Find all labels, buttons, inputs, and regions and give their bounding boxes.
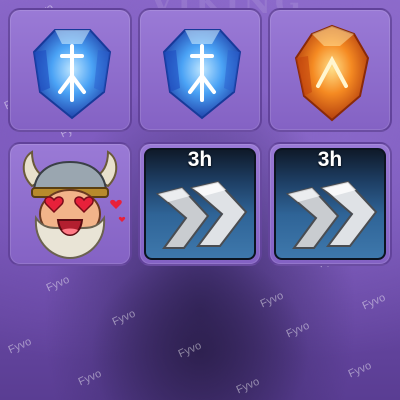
- inventory-slot-speedup-1[interactable]: 3h: [138, 142, 262, 266]
- watermark: Fyvo: [6, 335, 34, 357]
- inventory-slot-orange-gem[interactable]: [268, 8, 392, 132]
- watermark: Fyvo: [360, 291, 388, 313]
- inventory-slot-blue-gem-2[interactable]: [138, 8, 262, 132]
- orange-rune-gem-icon: [294, 24, 370, 122]
- inventory-slot-speedup-2[interactable]: 3h: [268, 142, 392, 266]
- blue-rune-gem-icon: [32, 29, 112, 120]
- blue-rune-gem-icon: [162, 29, 242, 120]
- speedup-timer-label: 3h: [187, 148, 213, 171]
- background-character-silhouette: [90, 250, 310, 400]
- viking-emote-icon: [22, 150, 126, 260]
- speedup-timer-label: 3h: [317, 148, 343, 171]
- inventory-slot-blue-gem-1[interactable]: [8, 8, 132, 132]
- watermark: Fyvo: [346, 359, 374, 381]
- inventory-grid: 3h 3h: [8, 8, 392, 266]
- watermark: Fyvo: [44, 273, 72, 295]
- inventory-slot-viking-emote[interactable]: [8, 142, 132, 266]
